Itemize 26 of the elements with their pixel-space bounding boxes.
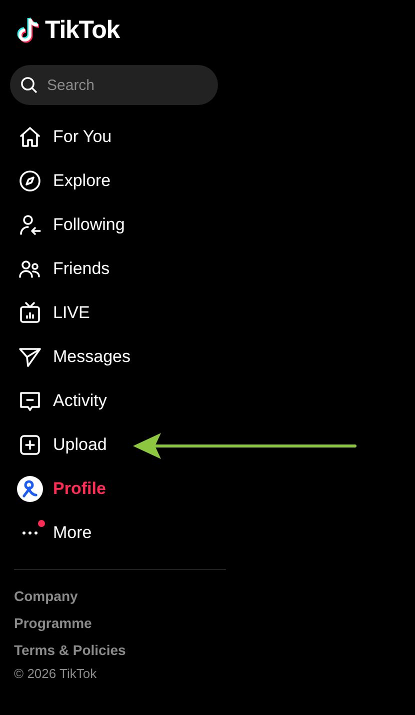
person-arrow-icon <box>18 213 42 237</box>
avatar-icon <box>17 476 43 502</box>
nav-item[interactable]: Following <box>10 203 230 247</box>
logo-text: TikTok <box>45 15 120 46</box>
compass-icon <box>18 169 42 193</box>
nav-item[interactable]: Explore <box>10 159 230 203</box>
nav-item[interactable]: Profile <box>10 467 230 511</box>
tv-icon <box>18 301 42 325</box>
search-field[interactable]: Search <box>10 65 218 105</box>
footer-link[interactable]: Company <box>14 587 226 606</box>
nav-item[interactable]: For You <box>10 115 230 159</box>
nav-item[interactable]: LIVE <box>10 291 230 335</box>
home-icon <box>18 125 42 149</box>
comment-icon <box>18 389 42 413</box>
dots-icon <box>22 531 38 535</box>
copyright-text: © 2026 TikTok <box>14 665 98 683</box>
footer-link[interactable]: Programme <box>14 614 226 633</box>
send-icon <box>18 345 42 369</box>
nav-item[interactable]: Friends <box>10 247 230 291</box>
nav-item[interactable]: More <box>10 511 230 555</box>
search-icon <box>19 75 39 95</box>
footer-link[interactable]: Terms & Policies <box>14 641 226 660</box>
plus-square-icon <box>18 433 42 457</box>
nav-item[interactable]: Upload <box>10 423 230 467</box>
nav-item[interactable]: Messages <box>10 335 230 379</box>
nav-item[interactable]: Activity <box>10 379 230 423</box>
